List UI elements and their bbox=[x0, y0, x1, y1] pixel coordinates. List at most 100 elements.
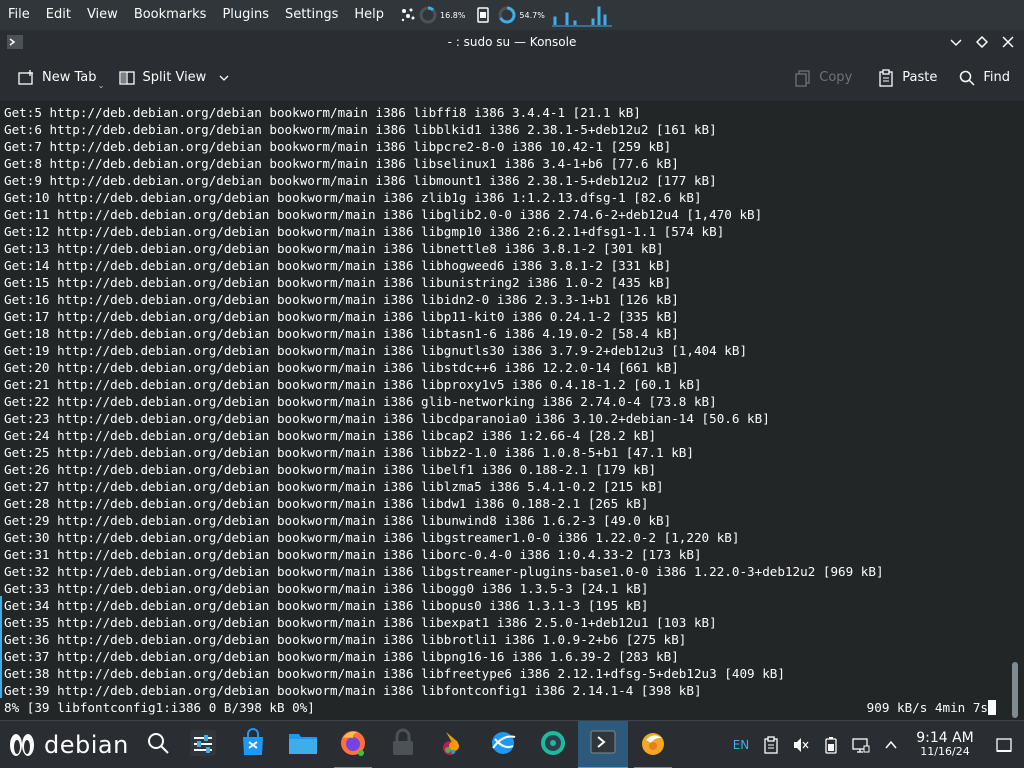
terminal-output: Get:5 http://deb.debian.org/debian bookw… bbox=[4, 104, 884, 699]
debian-logo-icon bbox=[6, 729, 38, 761]
battery-icon[interactable] bbox=[816, 721, 846, 768]
maximize-icon[interactable] bbox=[974, 34, 990, 50]
terminal-line: Get:17 http://deb.debian.org/debian book… bbox=[4, 309, 679, 324]
terminal-line: Get:35 http://deb.debian.org/debian book… bbox=[4, 615, 717, 630]
taskbar-system-settings[interactable] bbox=[178, 721, 228, 768]
terminal-line: Get:38 http://deb.debian.org/debian book… bbox=[4, 666, 785, 681]
split-view-icon bbox=[117, 68, 137, 88]
terminal-line: Get:33 http://deb.debian.org/debian book… bbox=[4, 581, 649, 596]
memory-percent: 54.7% bbox=[519, 10, 545, 20]
firefox-icon bbox=[338, 728, 368, 762]
terminal-line: Get:11 http://deb.debian.org/debian book… bbox=[4, 207, 763, 222]
search-launcher[interactable] bbox=[138, 721, 178, 768]
terminal-line: Get:31 http://deb.debian.org/debian book… bbox=[4, 547, 702, 562]
terminal-line: Get:20 http://deb.debian.org/debian book… bbox=[4, 360, 679, 375]
terminal-line: Get:28 http://deb.debian.org/debian book… bbox=[4, 496, 649, 511]
lock-icon bbox=[390, 728, 416, 762]
terminal-line: Get:13 http://deb.debian.org/debian book… bbox=[4, 241, 664, 256]
terminal-line: Get:5 http://deb.debian.org/debian bookw… bbox=[4, 105, 641, 120]
paste-icon bbox=[876, 68, 896, 88]
terminal-line: Get:26 http://deb.debian.org/debian book… bbox=[4, 462, 657, 477]
find-label: Find bbox=[983, 70, 1010, 85]
paste-label: Paste bbox=[902, 70, 938, 85]
output-marker bbox=[0, 596, 2, 698]
new-tab-icon bbox=[16, 68, 36, 88]
find-button[interactable]: Find bbox=[949, 62, 1018, 94]
volume-muted-icon[interactable] bbox=[786, 721, 816, 768]
global-menu-bar: File Edit View Bookmarks Plugins Setting… bbox=[0, 0, 1024, 30]
system-tray: EN 9:14 AM 11/16/24 bbox=[726, 721, 1024, 768]
menu-settings[interactable]: Settings bbox=[277, 0, 346, 30]
terminal-line: Get:7 http://deb.debian.org/debian bookw… bbox=[4, 139, 672, 154]
apt-progress-status: 8% [39 libfontconfig1:i386 0 B/398 kB 0%… bbox=[4, 700, 315, 715]
new-tab-button[interactable]: New Tab ⌄ bbox=[8, 62, 105, 94]
konsole-app-icon[interactable] bbox=[6, 33, 24, 51]
taskbar-dolphin[interactable] bbox=[278, 721, 328, 768]
copy-button[interactable]: Copy bbox=[785, 62, 860, 94]
terminal-line: Get:9 http://deb.debian.org/debian bookw… bbox=[4, 173, 717, 188]
new-tab-label: New Tab bbox=[42, 70, 97, 85]
clock-time: 9:14 AM bbox=[916, 730, 974, 746]
close-icon[interactable] bbox=[1000, 34, 1016, 50]
system-monitor[interactable]: 16.8% 54.7% bbox=[398, 0, 613, 30]
terminal-line: Get:29 http://deb.debian.org/debian book… bbox=[4, 513, 672, 528]
terminal-cursor bbox=[988, 700, 996, 715]
show-desktop-icon[interactable] bbox=[984, 721, 1024, 768]
cpu-percent: 16.8% bbox=[440, 10, 466, 20]
terminal-scrollbar[interactable] bbox=[1012, 662, 1018, 718]
terminal-line: Get:6 http://deb.debian.org/debian bookw… bbox=[4, 122, 717, 137]
menu-bookmarks[interactable]: Bookmarks bbox=[126, 0, 215, 30]
chevron-up-icon[interactable] bbox=[876, 721, 906, 768]
launcher-label: debian bbox=[44, 730, 129, 759]
taskbar-kdeconnect[interactable] bbox=[478, 721, 528, 768]
terminal-line: Get:16 http://deb.debian.org/debian book… bbox=[4, 292, 679, 307]
terminal-line: Get:10 http://deb.debian.org/debian book… bbox=[4, 190, 702, 205]
taskbar-kwallet[interactable] bbox=[378, 721, 428, 768]
keyboard-layout-indicator[interactable]: EN bbox=[726, 721, 756, 768]
menu-plugins[interactable]: Plugins bbox=[214, 0, 277, 30]
konsole-toolbar: New Tab ⌄ Split View Copy Paste Find bbox=[0, 54, 1024, 102]
terminal-view[interactable]: Get:5 http://deb.debian.org/debian bookw… bbox=[0, 102, 1024, 720]
planet-icon bbox=[488, 728, 518, 762]
split-view-button[interactable]: Split View bbox=[109, 62, 243, 94]
clipboard-icon[interactable] bbox=[756, 721, 786, 768]
digital-clock[interactable]: 9:14 AM 11/16/24 bbox=[906, 731, 984, 759]
terminal-line: Get:32 http://deb.debian.org/debian book… bbox=[4, 564, 884, 579]
taskbar-discover[interactable] bbox=[228, 721, 278, 768]
window-titlebar[interactable]: - : sudo su — Konsole bbox=[0, 30, 1024, 54]
terminal-icon bbox=[588, 727, 618, 761]
menu-file[interactable]: File bbox=[0, 0, 38, 30]
taskbar-app-green[interactable] bbox=[528, 721, 578, 768]
taskbar-firefox[interactable] bbox=[328, 721, 378, 768]
terminal-line: Get:30 http://deb.debian.org/debian book… bbox=[4, 530, 740, 545]
terminal-line: Get:23 http://deb.debian.org/debian book… bbox=[4, 411, 770, 426]
terminal-line: Get:18 http://deb.debian.org/debian book… bbox=[4, 326, 679, 341]
minimize-icon[interactable] bbox=[948, 34, 964, 50]
application-launcher[interactable]: debian bbox=[0, 721, 138, 768]
cpu-gauge-icon bbox=[418, 4, 438, 26]
taskbar-konsole[interactable] bbox=[578, 720, 628, 768]
taskbar-app-orange[interactable] bbox=[628, 721, 678, 768]
terminal-line: Get:19 http://deb.debian.org/debian book… bbox=[4, 343, 748, 358]
network-icon[interactable] bbox=[846, 721, 876, 768]
terminal-line: Get:22 http://deb.debian.org/debian book… bbox=[4, 394, 717, 409]
search-icon bbox=[957, 68, 977, 88]
folder-icon bbox=[287, 728, 319, 762]
new-tab-menu-indicator-icon: ⌄ bbox=[97, 80, 105, 90]
terminal-line: Get:34 http://deb.debian.org/debian book… bbox=[4, 598, 649, 613]
copy-label: Copy bbox=[819, 70, 853, 85]
menu-help[interactable]: Help bbox=[346, 0, 392, 30]
cpu-icon bbox=[398, 4, 418, 26]
copy-icon bbox=[793, 68, 813, 88]
terminal-line: Get:15 http://deb.debian.org/debian book… bbox=[4, 275, 672, 290]
terminal-line: Get:39 http://deb.debian.org/debian book… bbox=[4, 683, 702, 698]
menu-view[interactable]: View bbox=[79, 0, 126, 30]
taskbar-krita[interactable] bbox=[428, 721, 478, 768]
terminal-line: Get:27 http://deb.debian.org/debian book… bbox=[4, 479, 664, 494]
terminal-line: Get:14 http://deb.debian.org/debian book… bbox=[4, 258, 672, 273]
clock-date: 11/16/24 bbox=[920, 745, 970, 758]
paste-button[interactable]: Paste bbox=[868, 62, 945, 94]
window-title: - : sudo su — Konsole bbox=[447, 35, 577, 49]
orange-app-icon bbox=[638, 728, 668, 762]
menu-edit[interactable]: Edit bbox=[38, 0, 79, 30]
